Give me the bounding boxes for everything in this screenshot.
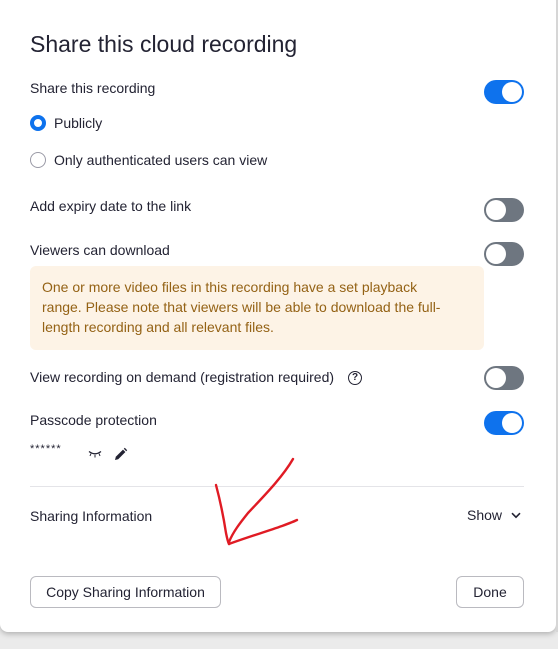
annotation-arrow-icon — [214, 457, 299, 546]
